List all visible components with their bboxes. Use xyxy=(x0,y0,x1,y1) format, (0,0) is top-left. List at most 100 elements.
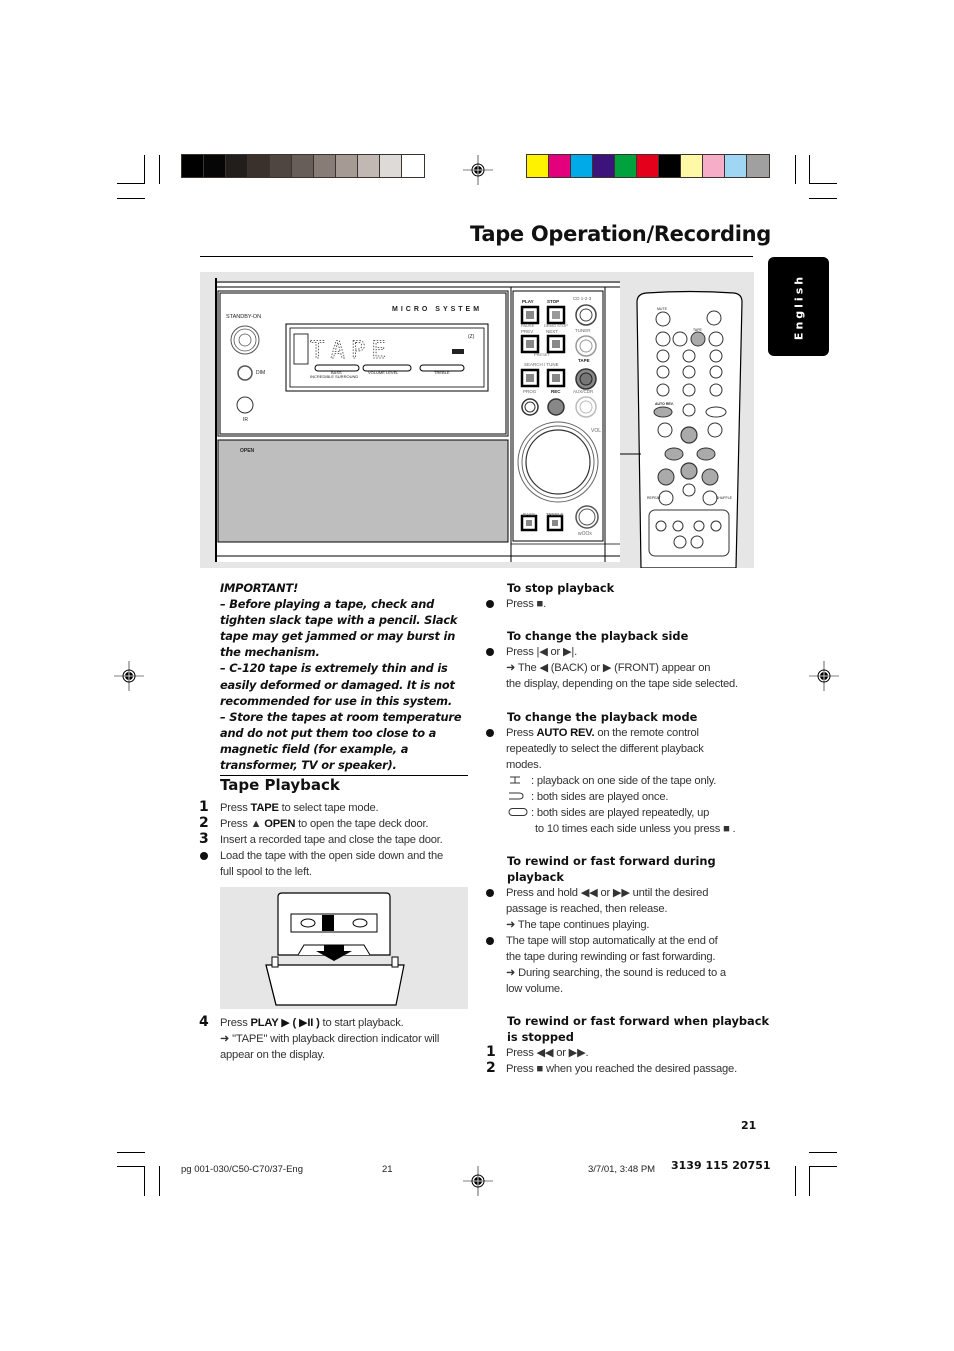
color-swatch xyxy=(380,155,402,177)
crop-mark xyxy=(795,1166,796,1196)
rewind-text: the tape during rewinding or fast forwar… xyxy=(506,951,716,963)
side-text: Press |◀ or ▶|. xyxy=(506,646,577,658)
title-rule xyxy=(200,256,753,257)
prev-label: PREV xyxy=(521,329,534,334)
rewind-during-heading: playback xyxy=(507,870,564,884)
rewind-stopped-step: Press ◀◀ or ▶▶. xyxy=(506,1047,589,1059)
color-swatch xyxy=(549,155,571,177)
bullet-icon xyxy=(486,889,494,897)
color-swatch xyxy=(226,155,248,177)
aux-label: AUX/CDR xyxy=(573,389,594,394)
crop-mark xyxy=(809,1166,810,1196)
rewind-text: passage is reached, then release. xyxy=(506,903,668,915)
mode-option: : both sides are played once. xyxy=(531,791,669,803)
rewind-text: ➜ The tape continues playing. xyxy=(506,919,650,931)
color-swatch xyxy=(703,155,725,177)
step-text: Load the tape with the open side down an… xyxy=(220,850,444,862)
grayscale-bar xyxy=(181,154,425,178)
step-text: full spool to the left. xyxy=(220,866,312,878)
registration-mark-icon xyxy=(809,661,839,691)
step-number: 4 xyxy=(199,1014,209,1030)
open-label: OPEN xyxy=(240,448,255,454)
bullet-icon xyxy=(486,648,494,656)
page-number: 21 xyxy=(741,1119,757,1132)
color-swatch xyxy=(571,155,593,177)
side-text: the display, depending on the tape side … xyxy=(506,678,738,690)
step-number: 1 xyxy=(199,799,209,815)
rewind-stopped-heading: is stopped xyxy=(507,1030,574,1044)
footer-datetime: 3/7/01, 3:48 PM xyxy=(588,1164,656,1175)
svg-text:TAPE: TAPE xyxy=(310,336,392,364)
color-swatch xyxy=(527,155,549,177)
color-swatch xyxy=(270,155,292,177)
rewind-text: ➜ During searching, the sound is reduced… xyxy=(506,967,726,979)
registration-mark-icon xyxy=(114,661,144,691)
step-text: Insert a recorded tape and close the tap… xyxy=(220,834,443,846)
rec-label: REC xyxy=(551,389,561,394)
rewind-text: low volume. xyxy=(506,983,563,995)
demo-stop-label: DEMO STOP xyxy=(544,323,568,328)
crop-mark xyxy=(795,155,796,184)
treble-label: TREBLE xyxy=(546,512,564,517)
standby-label: STANDBY-ON xyxy=(226,314,262,320)
color-swatch xyxy=(593,155,615,177)
step-number: 3 xyxy=(199,831,209,847)
mode-option: : both sides are played repeatedly, up xyxy=(531,807,710,819)
color-swatch xyxy=(659,155,681,177)
bullet-icon xyxy=(486,729,494,737)
device-illustration: TAPE MICRO SYSTEM STANDBY-ON DIM IR OPEN… xyxy=(200,272,754,568)
crop-mark xyxy=(144,155,145,184)
remote-mute-label: MUTE xyxy=(657,307,667,311)
tape-playback-heading: Tape Playback xyxy=(220,776,340,794)
one-side-icon xyxy=(510,776,520,784)
display-incredible-label: INCREDIBLE SURROUND xyxy=(310,374,359,379)
rewind-text: The tape will stop automatically at the … xyxy=(506,935,718,947)
color-swatch xyxy=(637,155,659,177)
bass-label: BASS xyxy=(523,512,536,517)
repeat-both-sides-icon xyxy=(508,808,528,816)
step-text: Press ▲ OPEN to open the tape deck door. xyxy=(220,818,429,830)
important-item: – Store the tapes at room temperature an… xyxy=(220,709,462,773)
mode-text: to 10 times each side unless you press ■… xyxy=(535,823,736,835)
color-swatch xyxy=(182,155,204,177)
color-swatch xyxy=(725,155,747,177)
search-tune-label: SEARCH / TUNE xyxy=(524,362,559,367)
cassette-insert-illustration xyxy=(220,887,468,1009)
language-tab: English xyxy=(768,257,829,356)
important-item: – C-120 tape is extremely thin and is ea… xyxy=(220,661,455,708)
display-volume-label: VOLUME LEVEL xyxy=(368,370,399,375)
next-label: NEXT xyxy=(546,329,559,334)
important-note: IMPORTANT! – Before playing a tape, chec… xyxy=(220,580,472,773)
crop-mark xyxy=(144,1166,145,1196)
step-number: 2 xyxy=(486,1060,496,1076)
rewind-stopped-step: Press ■ when you reached the desired pas… xyxy=(506,1063,737,1075)
footer-page: 21 xyxy=(382,1164,393,1175)
display-mode-icon: (Z) xyxy=(468,334,475,340)
prog-label: PROG xyxy=(523,389,537,394)
step-text: ➜ "TAPE" with playback direction indicat… xyxy=(220,1033,440,1045)
page-title: Tape Operation/Recording xyxy=(470,222,771,246)
crop-mark xyxy=(809,183,837,184)
crop-mark xyxy=(809,198,837,199)
color-swatch xyxy=(615,155,637,177)
document-code: 3139 115 20751 xyxy=(671,1159,771,1172)
color-swatch xyxy=(204,155,226,177)
step-number: 2 xyxy=(199,815,209,831)
dim-label: DIM xyxy=(256,370,266,376)
color-swatch xyxy=(747,155,769,177)
stop-playback-heading: To stop playback xyxy=(507,581,615,595)
tuner-label: TUNER xyxy=(575,328,591,333)
color-swatch xyxy=(314,155,336,177)
crop-mark xyxy=(117,1152,145,1153)
remote-tape-label: TAPE xyxy=(693,328,702,332)
crop-mark xyxy=(809,155,810,184)
preset-label: PRESET xyxy=(534,352,551,357)
color-swatch xyxy=(248,155,270,177)
brand-label: MICRO SYSTEM xyxy=(392,306,483,313)
bullet-icon xyxy=(200,852,208,860)
remote-shuffle-label: SHUFFLE xyxy=(716,496,732,500)
color-swatch xyxy=(681,155,703,177)
side-text: ➜ The ◀ (BACK) or ▶ (FRONT) appear on xyxy=(506,662,711,674)
ir-label: IR xyxy=(243,417,248,423)
rewind-stopped-heading: To rewind or fast forward when playback xyxy=(507,1014,770,1028)
